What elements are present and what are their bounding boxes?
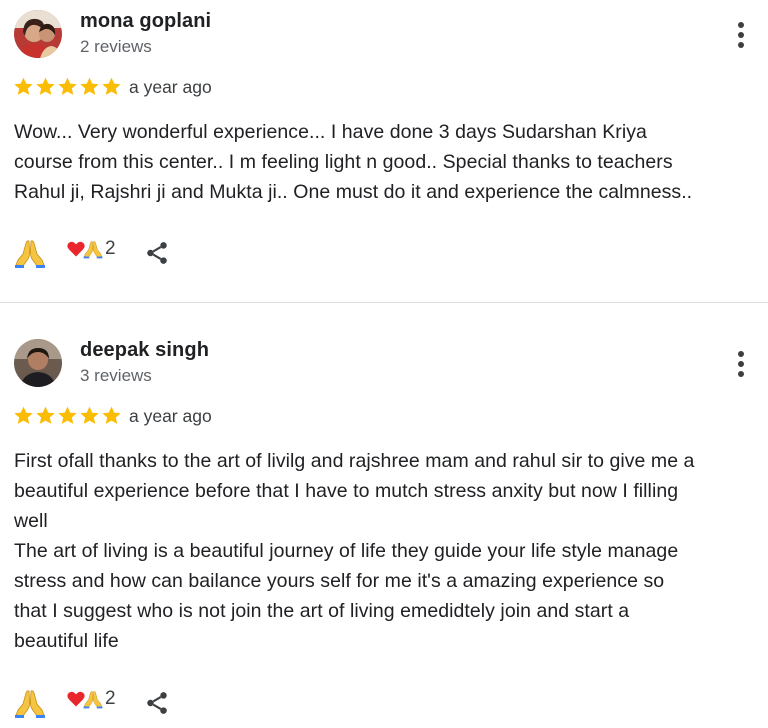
star-icon — [36, 77, 55, 95]
star-icon — [14, 406, 33, 424]
review-date: a year ago — [129, 406, 212, 426]
star-icon — [58, 406, 77, 424]
review-author-name[interactable]: mona goplani — [80, 10, 211, 33]
praying-hands-icon — [83, 691, 103, 709]
star-icon — [80, 77, 99, 95]
more-options-icon[interactable] — [730, 20, 752, 50]
reactions-summary[interactable]: 2 — [66, 238, 116, 260]
star-icon — [14, 77, 33, 95]
star-icon — [102, 77, 121, 95]
review-divider — [0, 302, 768, 303]
reaction-count: 2 — [105, 688, 116, 709]
praying-hands-icon — [83, 241, 103, 259]
react-praying-hands-icon[interactable] — [14, 238, 46, 273]
man-photo-avatar[interactable] — [14, 339, 62, 387]
star-icon — [102, 406, 121, 424]
reaction-count: 2 — [105, 238, 116, 259]
review-text: Wow... Very wonderful experience... I ha… — [14, 121, 693, 203]
star-rating — [13, 405, 123, 427]
more-options-icon[interactable] — [730, 349, 752, 379]
review-text: First ofall thanks to the art of livilg … — [14, 450, 695, 652]
star-icon — [36, 406, 55, 424]
react-praying-hands-icon[interactable] — [14, 688, 46, 723]
star-icon — [58, 77, 77, 95]
review-date: a year ago — [129, 77, 212, 97]
woman-photo-avatar[interactable] — [14, 10, 62, 58]
share-icon[interactable] — [144, 240, 170, 271]
star-icon — [80, 406, 99, 424]
reviewer-review-count[interactable]: 3 reviews — [80, 366, 152, 386]
share-icon[interactable] — [144, 690, 170, 721]
review-author-name[interactable]: deepak singh — [80, 339, 209, 362]
star-rating — [13, 76, 123, 98]
reactions-summary[interactable]: 2 — [66, 688, 116, 710]
reviewer-review-count[interactable]: 2 reviews — [80, 37, 152, 57]
